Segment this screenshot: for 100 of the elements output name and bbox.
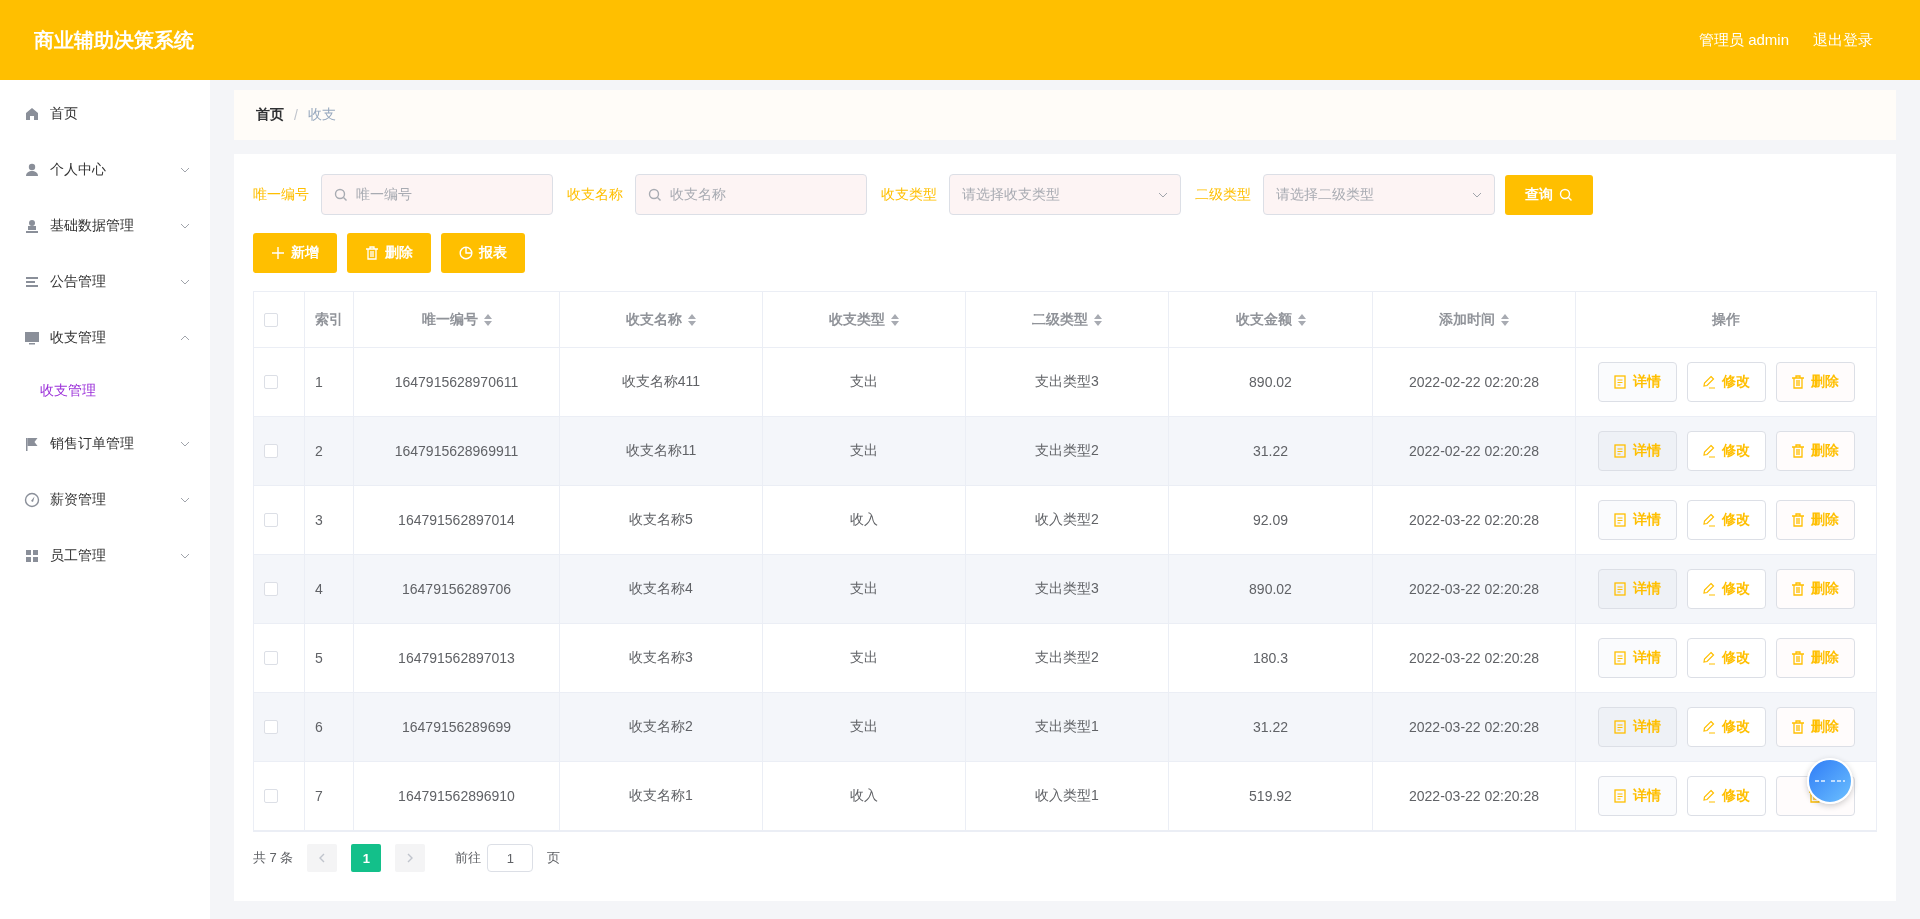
home-icon	[24, 106, 40, 122]
detail-button[interactable]: 详情	[1597, 569, 1677, 609]
sidebar-item[interactable]: 首页	[0, 86, 210, 142]
edit-button[interactable]: 修改	[1686, 776, 1766, 816]
column-header[interactable]: 收支类型	[829, 310, 885, 329]
table-cell: 31.22	[1252, 443, 1288, 459]
search-field[interactable]: 唯一编号	[321, 174, 553, 215]
table-cell: 收入类型2	[1035, 511, 1099, 529]
delete-button[interactable]: 删除	[1775, 638, 1855, 678]
trash-icon	[1791, 720, 1805, 734]
edit-button[interactable]: 修改	[1686, 638, 1766, 678]
edit-button[interactable]: 修改	[1686, 500, 1766, 540]
edit-button[interactable]: 修改	[1686, 431, 1766, 471]
select-all-checkbox[interactable]	[264, 312, 278, 327]
sort-icon[interactable]	[1501, 313, 1509, 326]
sidebar-item[interactable]: 员工管理	[0, 528, 210, 584]
sort-icon[interactable]	[483, 313, 492, 326]
trash-icon	[1791, 375, 1805, 389]
report-button[interactable]: 报表	[441, 233, 525, 273]
search-icon	[334, 187, 348, 202]
table-cell: 6	[315, 719, 323, 735]
row-checkbox[interactable]	[264, 720, 278, 734]
row-checkbox[interactable]	[264, 789, 278, 803]
delete-button[interactable]: 删除	[1775, 500, 1855, 540]
page-input[interactable]: 1	[487, 844, 534, 872]
sidebar-subitem[interactable]: 收支管理	[0, 366, 210, 416]
document-icon	[1613, 582, 1627, 596]
column-header[interactable]: 收支金额	[1235, 310, 1292, 329]
select-field[interactable]: 请选择收支类型	[949, 174, 1181, 215]
row-checkbox[interactable]	[264, 513, 278, 527]
sidebar-item[interactable]: 公告管理	[0, 254, 210, 310]
table-cell: 支出	[850, 718, 878, 736]
table-cell: 5	[315, 650, 323, 666]
user-name: 管理员 admin	[1698, 30, 1789, 50]
detail-button[interactable]: 详情	[1597, 431, 1677, 471]
edit-button[interactable]: 修改	[1686, 707, 1766, 747]
table-cell: 2022-03-22 02:20:28	[1409, 512, 1539, 528]
edit-button[interactable]: 修改	[1686, 362, 1766, 402]
column-header[interactable]: 二级类型	[1032, 310, 1088, 329]
table-cell: 支出	[850, 580, 878, 598]
prev-page-button[interactable]	[307, 844, 338, 872]
column-header: 索引	[315, 310, 343, 329]
delete-button[interactable]: 删除	[1775, 362, 1855, 402]
flag-icon	[24, 436, 40, 452]
detail-button[interactable]: 详情	[1597, 638, 1677, 678]
chevron-right-icon	[406, 853, 415, 863]
chevron-down-icon	[180, 497, 190, 503]
pencil-icon	[1702, 651, 1716, 665]
add-button[interactable]: 新增	[253, 233, 337, 273]
column-header[interactable]: 添加时间	[1439, 310, 1495, 329]
logout-link[interactable]: 退出登录	[1813, 30, 1873, 50]
detail-button[interactable]: 详情	[1597, 707, 1677, 747]
row-checkbox[interactable]	[264, 651, 278, 665]
select-field[interactable]: 请选择二级类型	[1263, 174, 1495, 215]
sidebar-label: 基础数据管理	[50, 217, 135, 235]
table-cell: 支出类型3	[1035, 373, 1099, 391]
row-checkbox[interactable]	[264, 375, 278, 389]
pencil-icon	[1702, 582, 1716, 596]
detail-button[interactable]: 详情	[1597, 776, 1677, 816]
page-suffix: 页	[547, 849, 561, 867]
row-checkbox[interactable]	[264, 582, 278, 596]
sidebar-item[interactable]: 个人中心	[0, 142, 210, 198]
sidebar-item[interactable]: 薪资管理	[0, 472, 210, 528]
document-icon	[1613, 375, 1627, 389]
sort-icon[interactable]	[1094, 313, 1102, 326]
search-icon	[648, 187, 662, 202]
table-cell: 收支名称1	[629, 787, 693, 805]
column-header[interactable]: 收支名称	[626, 310, 682, 329]
sort-icon[interactable]	[688, 313, 696, 326]
edit-button[interactable]: 修改	[1686, 569, 1766, 609]
table-cell: 92.09	[1252, 512, 1288, 528]
sidebar-item[interactable]: 销售订单管理	[0, 416, 210, 472]
sort-icon[interactable]	[1297, 313, 1306, 326]
detail-button[interactable]: 详情	[1597, 362, 1677, 402]
chevron-down-icon	[180, 279, 190, 285]
row-checkbox[interactable]	[264, 444, 278, 458]
table-cell: 890.02	[1249, 374, 1292, 390]
compass-icon	[24, 492, 40, 508]
sidebar-item[interactable]: 收支管理	[0, 310, 210, 366]
sort-icon[interactable]	[891, 313, 899, 326]
column-header[interactable]: 唯一编号	[421, 310, 478, 329]
search-field[interactable]: 收支名称	[635, 174, 867, 215]
delete-button[interactable]: 删除	[1775, 707, 1855, 747]
sidebar-item[interactable]: 基础数据管理	[0, 198, 210, 254]
page-button[interactable]: 1	[351, 844, 382, 872]
monitor-icon	[24, 330, 40, 346]
trash-icon	[1791, 582, 1805, 596]
detail-button[interactable]: 详情	[1597, 500, 1677, 540]
search-button[interactable]: 查询	[1505, 174, 1593, 215]
chevron-down-icon	[1472, 191, 1482, 198]
user-icon	[24, 162, 40, 178]
delete-button[interactable]: 删除	[1775, 431, 1855, 471]
delete-button[interactable]: 删除	[1775, 569, 1855, 609]
next-page-button[interactable]	[395, 844, 426, 872]
breadcrumb-item[interactable]: 首页	[256, 106, 284, 124]
delete-button[interactable]: 删除	[347, 233, 431, 273]
table-cell: 180.3	[1252, 650, 1288, 666]
goto-label: 前往	[455, 849, 482, 867]
table-cell: 31.22	[1252, 719, 1288, 735]
table-cell: 164791562896910	[398, 788, 515, 804]
